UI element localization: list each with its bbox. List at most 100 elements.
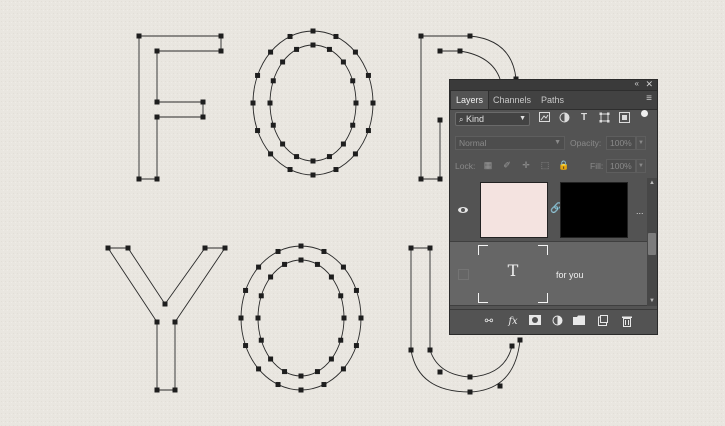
fx-icon[interactable]: fx [506,315,520,329]
anchor-point [437,369,443,375]
new-group-icon[interactable] [572,315,586,329]
anchor-point [437,117,443,123]
text-layer-thumbnail[interactable]: T [478,245,548,303]
fill-field[interactable]: 100% [606,159,636,173]
anchor-point [125,245,131,251]
tab-paths[interactable]: Paths [536,91,569,109]
anchor-point [353,287,359,293]
anchor-point [172,319,178,325]
hidden-visibility-box[interactable] [458,269,469,280]
anchor-point [154,319,160,325]
scroll-down-icon[interactable]: ▼ [649,298,655,304]
image-filter-icon[interactable] [538,112,550,124]
anchor-point [352,151,358,157]
opacity-field[interactable]: 100% [606,136,636,150]
anchor-point [200,114,206,120]
visibility-toggle[interactable] [450,178,474,241]
blend-mode-value: Normal [459,138,487,148]
anchor-point [275,382,281,388]
adjustment-filter-icon[interactable] [558,112,570,124]
anchor-point [310,42,316,48]
anchor-point [350,122,356,128]
anchor-point [202,245,208,251]
tab-channels[interactable]: Channels [488,91,536,109]
fill-chevron-icon[interactable]: ▼ [636,159,646,173]
scroll-thumb[interactable] [648,233,656,255]
layer-thumbnail[interactable] [480,182,548,238]
panel-menu-icon[interactable]: ≡ [646,94,652,104]
layers-scrollbar[interactable]: ▲ ▼ [647,178,657,306]
visibility-toggle[interactable] [450,242,474,305]
anchor-point [333,167,339,173]
blend-mode-select[interactable]: Normal ▼ [455,136,565,150]
panel-tabs: Layers Channels Paths ≡ [450,91,657,110]
layer-row-shape[interactable]: 🔗 ... [450,178,649,242]
anchor-point [340,264,346,270]
lock-artboard-icon[interactable]: ⬚ [539,159,551,171]
add-mask-icon[interactable] [528,315,542,329]
anchor-point [310,28,316,34]
anchor-point [365,128,371,134]
panel-title-bar[interactable]: « ✕ [450,79,657,91]
layer-mask-thumbnail[interactable] [560,182,628,238]
anchor-point [321,382,327,388]
layers-panel: « ✕ Layers Channels Paths ≡ ⌕ Kind ▼ T N… [449,79,658,335]
eye-icon[interactable] [458,207,468,213]
new-layer-icon[interactable] [596,315,610,329]
lock-all-icon[interactable]: 🔒 [558,159,570,171]
layer-name[interactable]: for you [556,270,584,280]
anchor-point [154,176,160,182]
link-layers-icon[interactable]: ⚯ [482,315,496,329]
anchor-point [250,100,256,106]
anchor-point [154,114,160,120]
anchor-point [467,374,473,380]
anchor-point [287,167,293,173]
lock-label: Lock: [455,161,476,171]
anchor-point [418,176,424,182]
anchor-point [517,337,523,343]
anchor-point [243,287,249,293]
lock-position-icon[interactable]: ✛ [520,159,532,171]
anchor-point [218,33,224,39]
layers-list: 🔗 ... T for you [450,178,649,306]
anchor-point [256,366,262,372]
filter-row: ⌕ Kind ▼ T [450,109,657,129]
anchor-point [408,245,414,251]
fill-label: Fill: [590,161,604,171]
lock-transparent-icon[interactable]: ▦ [482,159,494,171]
anchor-point [282,261,288,267]
smart-object-filter-icon[interactable] [618,112,630,124]
anchor-point [280,141,286,147]
anchor-point [340,59,346,65]
anchor-point [333,33,339,39]
anchor-point [497,383,503,389]
lock-brush-icon[interactable]: ✐ [501,159,513,171]
anchor-point [326,154,332,160]
anchor-point [321,248,327,254]
layer-row-text[interactable]: T for you [450,242,649,306]
anchor-point [353,100,359,106]
anchor-point [418,33,424,39]
anchor-point [314,369,320,375]
anchor-point [268,356,274,362]
scroll-up-icon[interactable]: ▲ [649,180,655,186]
opacity-chevron-icon[interactable]: ▼ [636,136,646,150]
anchor-point [238,315,244,321]
anchor-point [136,33,142,39]
anchor-point [255,72,261,78]
anchor-point [467,33,473,39]
close-icon[interactable]: ✕ [645,79,653,90]
type-filter-icon[interactable]: T [578,112,590,124]
anchor-point [256,264,262,270]
anchor-point [338,337,344,343]
double-chevron-left-icon[interactable]: « [635,79,639,88]
blend-row: Normal ▼ Opacity: 100% ▼ [450,133,657,153]
filter-toggle-icon[interactable] [641,110,648,117]
anchor-point [255,128,261,134]
trash-icon[interactable] [620,315,634,329]
tab-layers[interactable]: Layers [450,91,490,109]
shape-filter-icon[interactable] [598,112,610,124]
filter-kind-select[interactable]: ⌕ Kind ▼ [455,112,530,126]
anchor-point [427,245,433,251]
adjustment-layer-icon[interactable] [550,315,564,329]
